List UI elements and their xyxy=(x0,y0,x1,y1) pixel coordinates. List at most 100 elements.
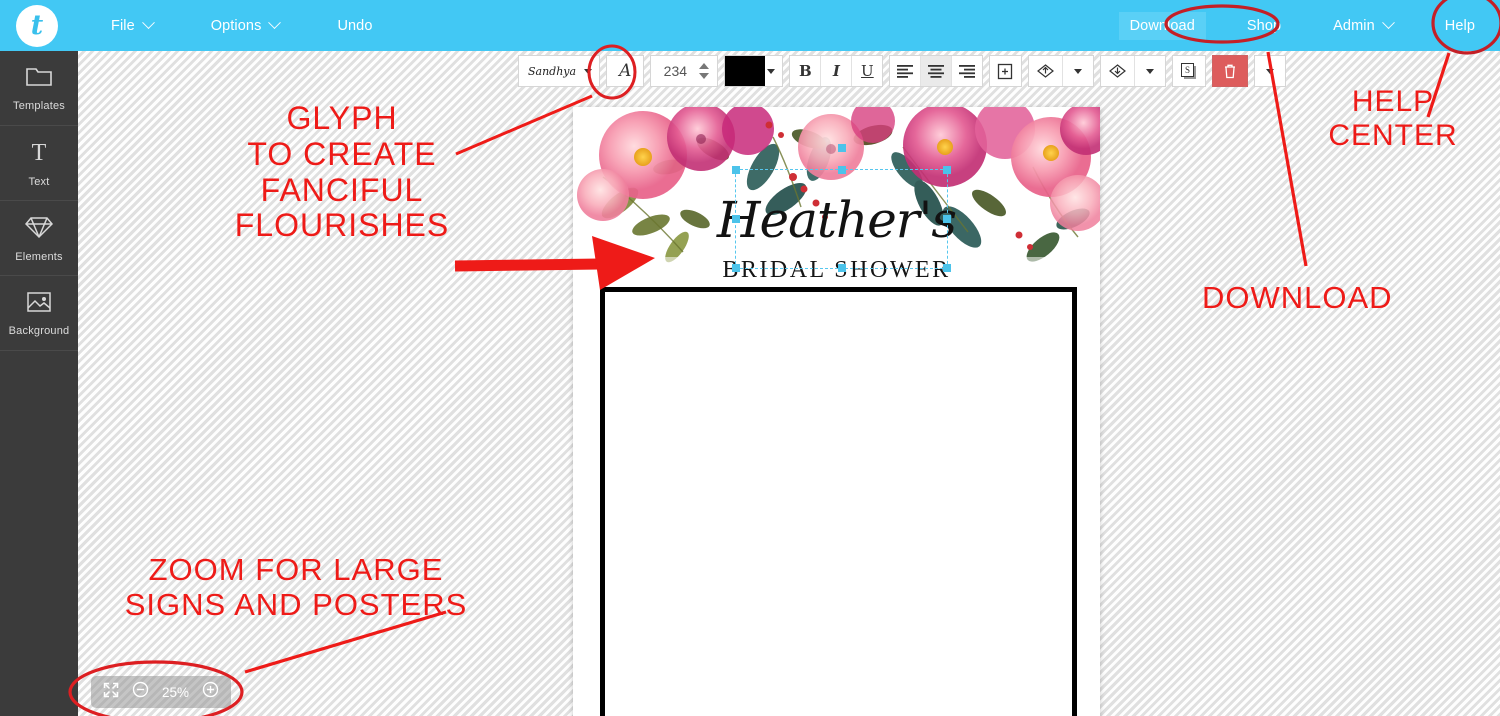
app-root: Heather's BRIDAL SHOWER Templates T Text… xyxy=(0,0,1500,716)
selection-handle-middle-right[interactable] xyxy=(943,215,951,223)
nav-item-help[interactable]: Help xyxy=(1434,12,1486,40)
bold-label: B xyxy=(799,62,812,80)
sidebar-label-text: Text xyxy=(28,175,50,188)
align-left-icon xyxy=(897,64,914,78)
font-size-group: 234 xyxy=(650,55,719,87)
align-right-icon xyxy=(959,64,976,78)
stepper-down-icon[interactable] xyxy=(699,73,710,79)
font-family-select[interactable]: Sandhya xyxy=(519,56,600,86)
glyph-button[interactable]: A xyxy=(607,56,644,86)
sidebar-item-templates[interactable]: Templates xyxy=(0,51,78,126)
top-nav-left: File Options Undo xyxy=(100,0,384,51)
align-right-button[interactable] xyxy=(952,56,983,86)
align-center-button[interactable] xyxy=(921,56,952,86)
fit-screen-icon[interactable] xyxy=(103,682,119,703)
top-navigation-bar: t File Options Undo Download Shop Admin … xyxy=(0,0,1500,51)
nav-item-admin[interactable]: Admin xyxy=(1322,12,1404,40)
glyph-icon: A xyxy=(619,61,632,81)
more-group xyxy=(1254,55,1287,87)
italic-button[interactable]: I xyxy=(821,56,852,86)
underline-button[interactable]: U xyxy=(852,56,883,86)
image-icon xyxy=(25,290,53,319)
selection-handle-rotate[interactable] xyxy=(837,144,846,152)
text-format-toolbar: Sandhya A 234 B I U S xyxy=(518,55,1292,87)
selection-handle-bottom-left[interactable] xyxy=(732,264,740,272)
sidebar-label-background: Background xyxy=(8,324,70,337)
duplicate-group xyxy=(989,55,1023,87)
nav-item-file[interactable]: File xyxy=(100,12,164,40)
sidebar-label-elements: Elements xyxy=(15,250,63,263)
selection-handle-bottom-right[interactable] xyxy=(943,264,951,272)
chevron-down-icon xyxy=(584,68,593,74)
text-color-group xyxy=(724,55,784,87)
shadow-group: S xyxy=(1172,55,1207,87)
text-color-swatch[interactable] xyxy=(725,56,766,86)
top-nav-right: Download Shop Admin Help xyxy=(1118,0,1486,51)
zoom-out-button[interactable] xyxy=(132,681,149,703)
diamond-icon xyxy=(24,214,54,245)
text-selection-box[interactable] xyxy=(732,144,951,272)
nav-item-options[interactable]: Options xyxy=(200,12,291,40)
delete-button[interactable] xyxy=(1213,56,1248,86)
send-backward-icon xyxy=(1109,64,1127,78)
delete-group xyxy=(1212,55,1249,87)
selection-handle-top-right[interactable] xyxy=(943,166,951,174)
templates-icon xyxy=(24,65,54,94)
nav-label-options: Options xyxy=(210,17,262,34)
shadow-button[interactable]: S xyxy=(1173,56,1206,86)
bring-forward-button[interactable] xyxy=(1029,56,1063,86)
chevron-down-icon xyxy=(1146,68,1155,74)
bring-forward-group xyxy=(1028,55,1095,87)
underline-label: U xyxy=(861,62,874,80)
bold-button[interactable]: B xyxy=(790,56,821,86)
bring-forward-icon xyxy=(1037,64,1055,78)
chevron-down-icon[interactable] xyxy=(767,68,776,74)
duplicate-button[interactable] xyxy=(990,56,1022,86)
send-backward-group xyxy=(1100,55,1167,87)
app-logo[interactable]: t xyxy=(16,5,58,47)
nav-label-undo: Undo xyxy=(337,17,373,34)
selection-handle-top-center[interactable] xyxy=(837,166,846,174)
design-canvas[interactable]: Heather's BRIDAL SHOWER xyxy=(573,107,1100,716)
selection-handle-middle-left[interactable] xyxy=(732,215,740,223)
selection-handle-top-left[interactable] xyxy=(732,166,740,174)
chevron-down-icon xyxy=(1074,68,1083,74)
sidebar-label-templates: Templates xyxy=(13,99,65,112)
align-left-button[interactable] xyxy=(890,56,921,86)
zoom-percent-label: 25% xyxy=(162,684,190,700)
nav-item-download[interactable]: Download xyxy=(1118,11,1206,40)
svg-text:T: T xyxy=(32,140,47,165)
text-icon: T xyxy=(26,139,52,170)
nav-label-download: Download xyxy=(1129,17,1195,34)
stepper-up-icon[interactable] xyxy=(699,63,710,69)
nav-label-help: Help xyxy=(1444,17,1475,34)
sidebar-item-text[interactable]: T Text xyxy=(0,126,78,201)
send-backward-dropdown[interactable] xyxy=(1135,56,1166,86)
nav-item-undo[interactable]: Undo xyxy=(326,12,383,40)
alignment-group xyxy=(889,55,984,87)
more-options-button[interactable] xyxy=(1255,56,1286,86)
design-inner-frame[interactable] xyxy=(600,287,1077,716)
sidebar-item-background[interactable]: Background xyxy=(0,276,78,351)
selection-handle-bottom-center[interactable] xyxy=(837,264,846,272)
chevron-down-icon xyxy=(1266,68,1275,74)
align-center-icon xyxy=(928,64,945,78)
chevron-down-icon xyxy=(1381,16,1395,30)
text-style-group: B I U xyxy=(789,55,884,87)
zoom-controls: 25% xyxy=(91,676,232,708)
sidebar-item-elements[interactable]: Elements xyxy=(0,201,78,276)
chevron-down-icon xyxy=(141,16,155,30)
chevron-down-icon xyxy=(268,16,282,30)
zoom-in-button[interactable] xyxy=(202,681,219,703)
font-size-stepper[interactable] xyxy=(697,63,717,79)
logo-letter: t xyxy=(30,9,44,41)
svg-text:S: S xyxy=(1185,65,1190,75)
nav-label-file: File xyxy=(111,17,135,34)
nav-item-shop[interactable]: Shop xyxy=(1236,12,1292,40)
send-backward-button[interactable] xyxy=(1101,56,1135,86)
left-sidebar: Templates T Text Elements Background xyxy=(0,51,78,716)
bring-forward-dropdown[interactable] xyxy=(1063,56,1094,86)
font-size-input[interactable]: 234 xyxy=(651,63,697,79)
trash-icon xyxy=(1225,64,1236,79)
duplicate-icon xyxy=(998,63,1013,79)
